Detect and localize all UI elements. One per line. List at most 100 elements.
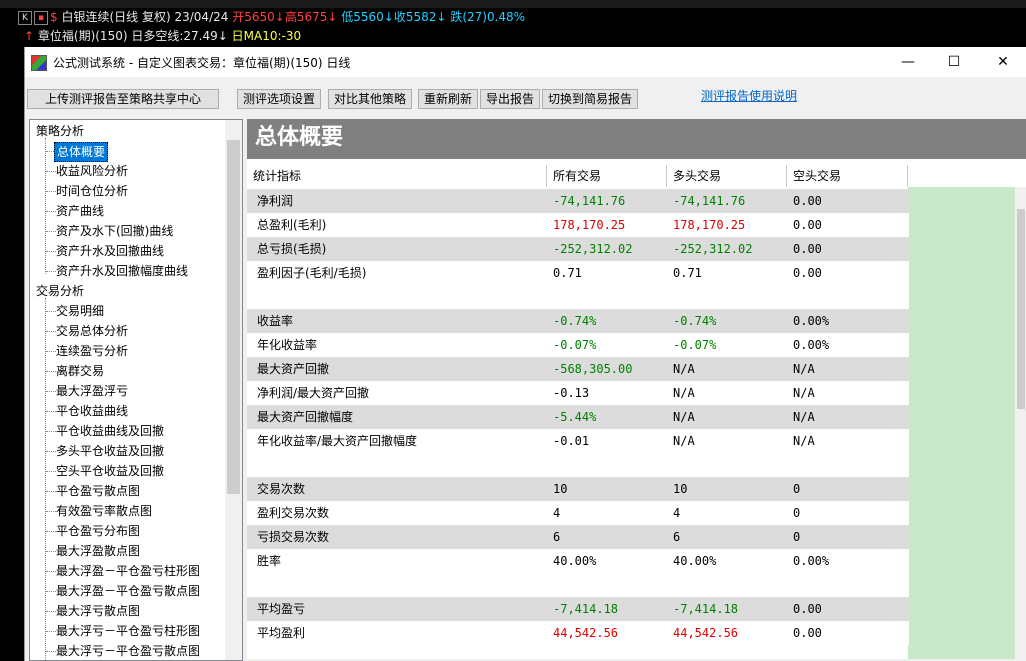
tree-item[interactable]: 最大浮亏－平仓盈亏散点图: [54, 642, 202, 660]
ma-value: 日MA10:-30: [231, 29, 302, 43]
value-short: 0.00: [793, 602, 822, 616]
tree-item[interactable]: 资产升水及回撤幅度曲线: [54, 262, 190, 280]
tree-item[interactable]: 最大浮亏散点图: [54, 602, 142, 620]
close-button[interactable]: ✕: [980, 47, 1026, 77]
close-chart-icon[interactable]: ▪: [34, 10, 48, 25]
tree-branch: [46, 571, 56, 572]
tree-guide: [45, 138, 46, 274]
value-all: -252,312.02: [553, 242, 633, 256]
tree-item[interactable]: 平仓盈亏散点图: [54, 482, 142, 500]
minimize-button[interactable]: —: [885, 47, 931, 77]
value-short: 0: [793, 482, 801, 496]
tree-item[interactable]: 时间仓位分析: [54, 182, 130, 200]
report-scrollbar[interactable]: [1015, 187, 1026, 659]
value-all: -0.13: [553, 386, 590, 400]
close-price: 收5582↓: [393, 10, 447, 24]
tree-group-trades[interactable]: 交易分析: [34, 282, 86, 300]
value-short: 0: [793, 506, 801, 520]
tree-item[interactable]: 空头平仓收益及回撤: [54, 462, 166, 480]
tree-item[interactable]: 收益风险分析: [54, 162, 130, 180]
tree-item[interactable]: 最大浮盈浮亏: [54, 382, 130, 400]
tree-scroll-thumb[interactable]: [227, 140, 240, 494]
value-long: 4: [673, 506, 681, 520]
change-value: 跌(27)0.48%: [450, 10, 526, 24]
help-link[interactable]: 测评报告使用说明: [701, 87, 797, 104]
open-price: 开5650↓: [232, 10, 285, 24]
value-short: 0.00: [793, 242, 822, 256]
value-long: N/A: [673, 362, 695, 376]
toolbar: 上传测评报告至策略共享中心 测评选项设置 对比其他策略 重新刷新 导出报告 切换…: [25, 77, 1026, 117]
tree-item[interactable]: 离群交易: [54, 362, 106, 380]
table-row: 最大资产回撤幅度 -5.44% N/A N/A: [247, 405, 909, 429]
col-header-long[interactable]: 多头交易: [667, 165, 787, 187]
tree-group-strategy[interactable]: 策略分析: [34, 122, 86, 140]
report-pane: 总体概要 统计指标 所有交易 多头交易 空头交易 净利润 -74,141.76 -7…: [247, 119, 1026, 659]
col-header-metric[interactable]: 统计指标: [247, 165, 547, 187]
tree-branch: [46, 631, 56, 632]
metric-label: 胜率: [257, 554, 282, 568]
value-long: -0.07%: [673, 338, 717, 352]
table-row: 盈利因子(毛利/毛损) 0.71 0.71 0.00: [247, 261, 909, 309]
value-all: -7,414.18: [553, 602, 619, 616]
tree-item[interactable]: 交易总体分析: [54, 322, 130, 340]
compare-strategy-button[interactable]: 对比其他策略: [328, 89, 413, 109]
tree-branch: [46, 431, 56, 432]
tree-item[interactable]: 连续盈亏分析: [54, 342, 130, 360]
tree-branch: [46, 371, 56, 372]
tree-branch: [46, 391, 56, 392]
analysis-tree: 策略分析总体概要 收益风险分析 时间仓位分析 资产曲线资产及水下(回撤)曲线 资产升水及…: [29, 119, 243, 661]
switch-simple-report-button[interactable]: 切换到简易报告: [542, 89, 639, 109]
export-report-button[interactable]: 导出报告: [480, 89, 541, 109]
value-all: -5.44%: [553, 410, 597, 424]
table-row: 最大资产回撤 -568,305.00 N/A N/A: [247, 357, 909, 381]
value-short: N/A: [793, 410, 815, 424]
tree-item[interactable]: 平仓收益曲线及回撤: [54, 422, 166, 440]
top-strip: [0, 0, 1026, 8]
value-long: N/A: [673, 386, 695, 400]
tree-item[interactable]: 资产及水下(回撤)曲线: [54, 222, 175, 240]
tree-scrollbar[interactable]: [225, 120, 242, 660]
k-button[interactable]: K: [18, 10, 32, 25]
table-row: 平均盈利 44,542.56 44,542.56 0.00: [247, 621, 909, 645]
value-short: 0.00: [793, 626, 822, 640]
tree-item[interactable]: 多头平仓收益及回撤: [54, 442, 166, 460]
value-all: -568,305.00: [553, 362, 633, 376]
tree-item[interactable]: 最大浮盈散点图: [54, 542, 142, 560]
table-row: 收益率 -0.74% -0.74% 0.00%: [247, 309, 909, 333]
tree-branch: [46, 551, 56, 552]
tree-item[interactable]: 有效盈亏率散点图: [54, 502, 154, 520]
refresh-button[interactable]: 重新刷新: [418, 89, 479, 109]
value-short: 0.00: [793, 218, 822, 232]
signal-value: 日多空线:27.49↓: [131, 29, 228, 43]
tree-item[interactable]: 资产升水及回撤曲线: [54, 242, 166, 260]
tree-branch: [46, 451, 56, 452]
upload-report-button[interactable]: 上传测评报告至策略共享中心: [27, 89, 219, 109]
value-short: 0: [793, 530, 801, 544]
metric-label: 总亏损(毛损): [257, 242, 327, 256]
value-all: 4: [553, 506, 561, 520]
metric-label: 盈利因子(毛利/毛损): [257, 266, 367, 280]
col-header-short[interactable]: 空头交易: [787, 165, 908, 187]
report-scroll-thumb[interactable]: [1017, 209, 1025, 409]
tree-item[interactable]: 平仓盈亏分布图: [54, 522, 142, 540]
tree-item[interactable]: 资产曲线: [54, 202, 106, 220]
value-long: 6: [673, 530, 681, 544]
tree-item[interactable]: 最大浮盈－平仓盈亏柱形图: [54, 562, 202, 580]
value-short: 0.00%: [793, 554, 830, 568]
tree-item[interactable]: 交易明细: [54, 302, 106, 320]
tree-item[interactable]: 最大浮盈－平仓盈亏散点图: [54, 582, 202, 600]
value-all: 6: [553, 530, 561, 544]
tree-branch: [46, 331, 56, 332]
tree-branch: [46, 231, 56, 232]
pin-icon: ↑: [24, 29, 35, 43]
tree-item[interactable]: 平仓收益曲线: [54, 402, 130, 420]
value-all: 0.71: [553, 266, 582, 280]
col-header-all[interactable]: 所有交易: [547, 165, 667, 187]
tree-item[interactable]: 最大浮亏－平仓盈亏柱形图: [54, 622, 202, 640]
test-options-button[interactable]: 测评选项设置: [237, 89, 322, 109]
maximize-button[interactable]: ☐: [931, 47, 977, 77]
tree-guide: [45, 298, 46, 660]
tree-item[interactable]: 总体概要: [54, 142, 109, 162]
value-all: 178,170.25: [553, 218, 626, 232]
tree-branch: [46, 191, 56, 192]
